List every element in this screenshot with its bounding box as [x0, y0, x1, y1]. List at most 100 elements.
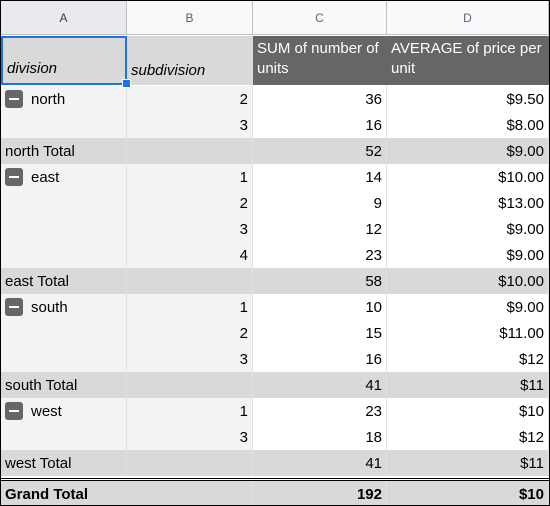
avg-header-cell[interactable]: AVERAGE of price per unit [387, 36, 549, 85]
subdivision-cell[interactable]: 1 [127, 294, 253, 320]
sum-cell[interactable]: 23 [253, 242, 387, 268]
sum-cell[interactable]: 18 [253, 424, 387, 450]
sum-cell[interactable]: 15 [253, 320, 387, 346]
avg-cell-text: $13.00 [498, 194, 544, 212]
subdivision-cell[interactable]: 2 [127, 190, 253, 216]
subdivision-cell[interactable]: 4 [127, 242, 253, 268]
avg-cell[interactable]: $8.00 [387, 112, 549, 138]
division-cell[interactable] [1, 216, 127, 242]
division-cell-text: north Total [5, 142, 75, 160]
avg-cell[interactable]: $12 [387, 424, 549, 450]
grand-total-avg[interactable]: $10 [387, 481, 549, 505]
avg-cell[interactable]: $13.00 [387, 190, 549, 216]
avg-cell[interactable]: $11.00 [387, 320, 549, 346]
data-row: 4 23 $9.00 [1, 242, 549, 268]
division-cell[interactable]: east [1, 164, 127, 190]
sum-cell[interactable]: 14 [253, 164, 387, 190]
avg-cell[interactable]: $9.00 [387, 242, 549, 268]
avg-cell-text: $12 [518, 350, 544, 368]
sum-cell-text: 23 [365, 402, 382, 420]
sum-cell-text: 16 [365, 350, 382, 368]
column-header-c[interactable]: C [253, 1, 387, 35]
collapse-icon[interactable] [5, 90, 23, 108]
grand-total-sum[interactable]: 192 [253, 481, 387, 505]
sum-cell[interactable]: 36 [253, 86, 387, 112]
division-cell-text: south [31, 298, 68, 316]
sum-cell[interactable]: 41 [253, 372, 387, 398]
avg-cell[interactable]: $9.00 [387, 138, 549, 164]
sum-cell[interactable]: 16 [253, 112, 387, 138]
division-cell[interactable]: north Total [1, 138, 127, 164]
subdivision-cell[interactable]: 2 [127, 320, 253, 346]
sum-cell[interactable]: 16 [253, 346, 387, 372]
division-header-cell[interactable]: division [1, 36, 127, 85]
collapse-icon[interactable] [5, 298, 23, 316]
subdivision-cell[interactable]: 3 [127, 424, 253, 450]
avg-cell[interactable]: $9.00 [387, 294, 549, 320]
column-header-b[interactable]: B [127, 1, 253, 35]
subdivision-cell[interactable]: 1 [127, 164, 253, 190]
avg-cell[interactable]: $12 [387, 346, 549, 372]
division-cell[interactable]: north [1, 86, 127, 112]
subdivision-cell[interactable] [127, 268, 253, 294]
avg-cell-text: $9.00 [506, 298, 544, 316]
subdivision-cell[interactable]: 2 [127, 86, 253, 112]
sum-cell-text: 23 [365, 246, 382, 264]
column-header-d[interactable]: D [387, 1, 549, 35]
collapse-icon[interactable] [5, 168, 23, 186]
sum-cell[interactable]: 12 [253, 216, 387, 242]
division-cell[interactable]: west [1, 398, 127, 424]
subdivision-cell[interactable] [127, 138, 253, 164]
avg-cell[interactable]: $11 [387, 372, 549, 398]
division-cell[interactable]: east Total [1, 268, 127, 294]
sum-cell-text: 58 [365, 272, 382, 290]
subdivision-cell[interactable]: 1 [127, 398, 253, 424]
grand-total-label[interactable]: Grand Total [1, 481, 253, 505]
division-cell[interactable] [1, 424, 127, 450]
division-cell[interactable] [1, 112, 127, 138]
subdivision-cell-text: 3 [239, 116, 248, 134]
data-row: 3 12 $9.00 [1, 216, 549, 242]
subdivision-cell[interactable]: 3 [127, 346, 253, 372]
division-cell[interactable] [1, 320, 127, 346]
subdivision-cell[interactable]: 3 [127, 216, 253, 242]
data-row: 3 16 $12 [1, 346, 549, 372]
avg-cell[interactable]: $9.50 [387, 86, 549, 112]
avg-cell[interactable]: $11 [387, 450, 549, 476]
division-cell[interactable] [1, 242, 127, 268]
sum-cell-text: 36 [365, 90, 382, 108]
total-row: east Total 58 $10.00 [1, 268, 549, 294]
avg-cell[interactable]: $9.00 [387, 216, 549, 242]
subdivision-header-cell[interactable]: subdivision [127, 36, 253, 85]
collapse-icon[interactable] [5, 402, 23, 420]
data-row: east 1 14 $10.00 [1, 164, 549, 190]
sum-cell[interactable]: 10 [253, 294, 387, 320]
division-cell[interactable] [1, 346, 127, 372]
sum-cell[interactable]: 52 [253, 138, 387, 164]
sum-cell[interactable]: 9 [253, 190, 387, 216]
sum-cell[interactable]: 23 [253, 398, 387, 424]
spreadsheet-pivot: A B C D division subdivision SUM of numb… [0, 0, 550, 506]
division-cell[interactable]: south [1, 294, 127, 320]
sum-cell[interactable]: 41 [253, 450, 387, 476]
division-cell-text: west Total [5, 454, 72, 472]
division-cell[interactable]: south Total [1, 372, 127, 398]
division-cell[interactable] [1, 190, 127, 216]
subdivision-cell[interactable] [127, 372, 253, 398]
column-header-a[interactable]: A [1, 1, 127, 35]
avg-cell[interactable]: $10.00 [387, 268, 549, 294]
sum-cell[interactable]: 58 [253, 268, 387, 294]
subdivision-cell[interactable] [127, 450, 253, 476]
subdivision-cell[interactable]: 3 [127, 112, 253, 138]
sum-cell-text: 15 [365, 324, 382, 342]
fill-handle[interactable] [122, 79, 131, 88]
avg-cell-text: $9.50 [506, 90, 544, 108]
subdivision-cell-text: 1 [239, 168, 248, 186]
sum-header-cell[interactable]: SUM of number of units [253, 36, 387, 85]
avg-cell-text: $11.00 [499, 324, 544, 342]
avg-cell[interactable]: $10 [387, 398, 549, 424]
subdivision-cell-text: 4 [239, 246, 248, 264]
avg-cell-text: $11 [520, 376, 544, 394]
avg-cell[interactable]: $10.00 [387, 164, 549, 190]
division-cell[interactable]: west Total [1, 450, 127, 476]
